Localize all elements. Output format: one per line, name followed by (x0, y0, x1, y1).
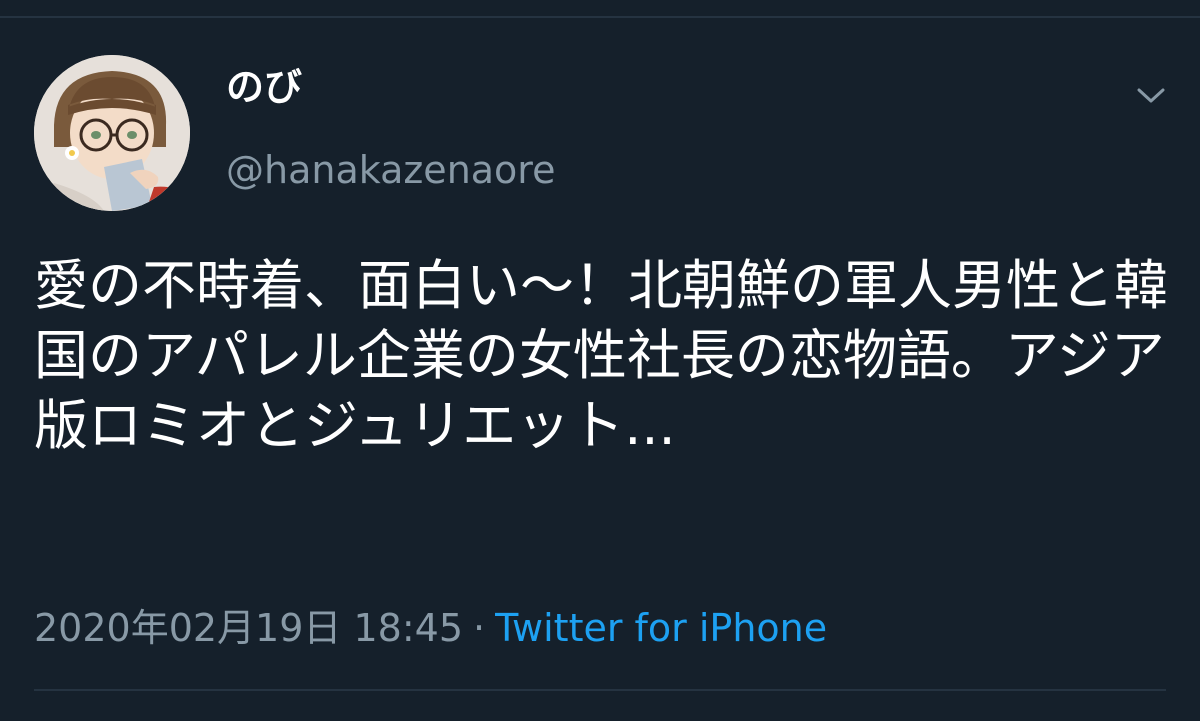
display-name[interactable]: のび (226, 68, 302, 106)
tweet-meta: 2020年02月19日 18:45 · Twitter for iPhone (34, 604, 827, 652)
chevron-down-icon (1137, 88, 1165, 103)
avatar[interactable] (34, 55, 190, 211)
tweet-text: 愛の不時着、面白い〜！北朝鮮の軍人男性と韓国のアパレル企業の女性社長の恋物語。ア… (34, 254, 1168, 457)
tweet-source-link[interactable]: Twitter for iPhone (495, 606, 827, 650)
more-options-button[interactable] (1130, 80, 1172, 112)
avatar-illustration-icon (34, 55, 190, 211)
tweet-timestamp[interactable]: 2020年02月19日 18:45 (34, 606, 463, 650)
bottom-divider (34, 689, 1166, 691)
top-divider (0, 16, 1200, 18)
user-handle[interactable]: @hanakazenaore (226, 151, 555, 189)
meta-separator: · (473, 606, 486, 650)
